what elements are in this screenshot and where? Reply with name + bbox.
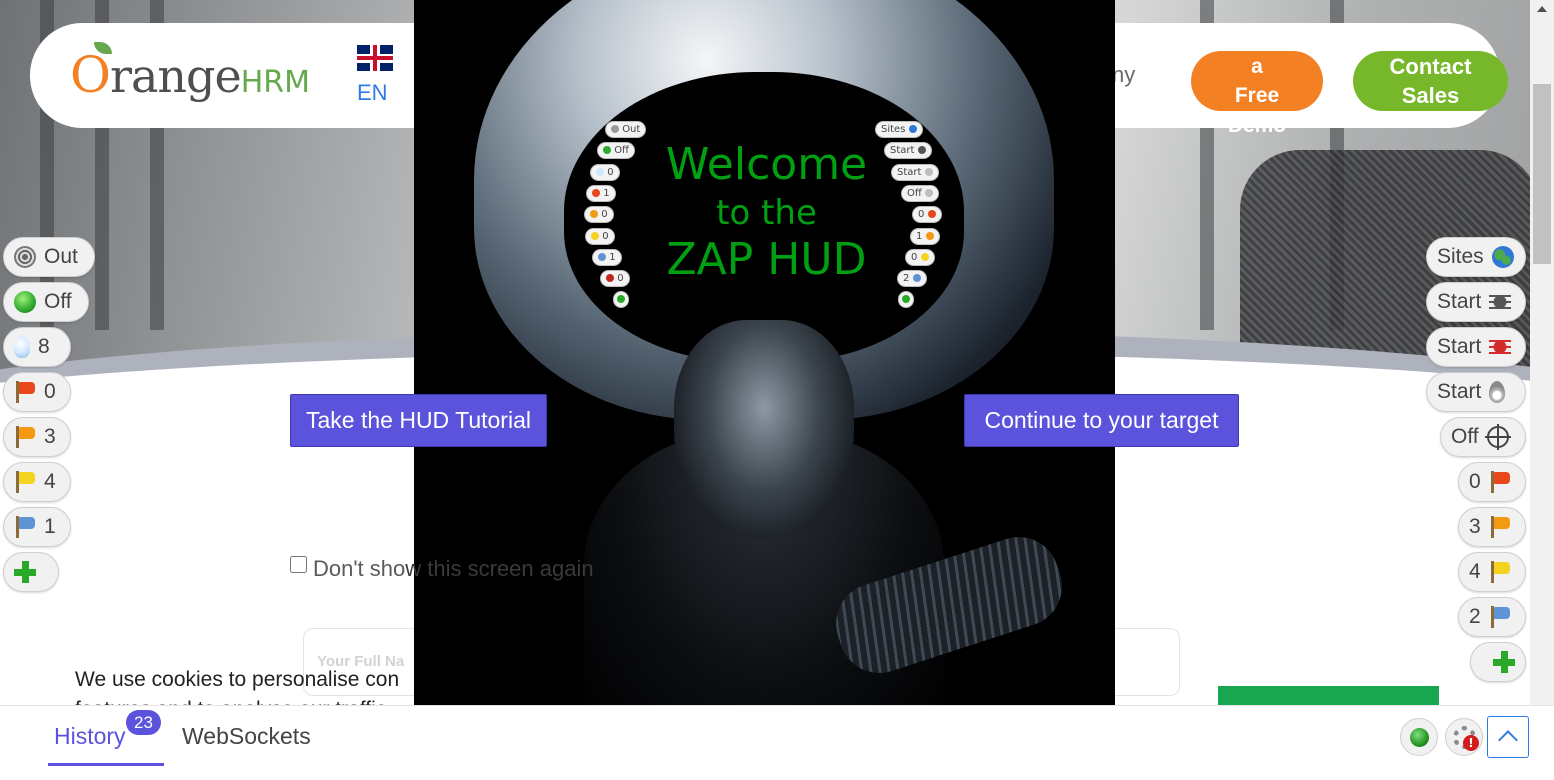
dont-show-again-label-overlay: w this screen again — [405, 556, 594, 581]
mini-hud-item: 0 — [585, 228, 615, 245]
scroll-up-arrow-icon[interactable] — [1537, 6, 1547, 12]
cookie-notice: We use cookies to personalise con — [75, 668, 400, 691]
yellow-flag-icon — [14, 471, 36, 493]
contact-sales-button[interactable]: Contact Sales — [1353, 51, 1508, 111]
hud-site-low-alerts-button[interactable]: 4 — [1458, 552, 1526, 592]
mini-hud-item: 1 — [592, 249, 622, 266]
hud-tutorial-button[interactable]: Take the HUD Tutorial — [290, 394, 547, 447]
hud-break-button[interactable]: Off — [3, 282, 89, 322]
red-flag-icon — [14, 381, 36, 403]
red-flag-icon — [1488, 471, 1511, 493]
uk-flag-icon[interactable] — [357, 45, 393, 71]
hud-info-alerts-button[interactable]: 1 — [3, 507, 71, 547]
welcome-message: Welcome to the ZAP HUD — [665, 139, 868, 285]
mini-hud-item: 0 — [590, 164, 620, 181]
plus-icon — [14, 561, 36, 583]
mini-hud-item: Sites — [875, 121, 923, 138]
mini-hud-item: Start — [884, 142, 932, 159]
ajax-spider-icon — [1489, 336, 1512, 358]
zap-hud-splash: Welcome to the ZAP HUD Out Off 0 1 0 0 1… — [414, 0, 1115, 705]
mini-hud-item: Off — [597, 142, 635, 159]
alert-icon: ! — [1463, 735, 1479, 751]
hud-add-tool-button-left[interactable] — [3, 552, 59, 592]
page-scrollbar[interactable] — [1530, 0, 1554, 705]
mini-hud-item: 0 — [905, 249, 935, 266]
orange-flag-icon — [14, 426, 36, 448]
blue-flag-icon — [14, 516, 36, 538]
mini-plus-icon — [898, 291, 914, 308]
mini-hud-item: Out — [605, 121, 647, 138]
hud-add-tool-button-right[interactable] — [1470, 642, 1526, 682]
yellow-flag-icon — [1488, 561, 1511, 583]
mini-plus-icon — [613, 291, 629, 308]
dont-show-again-checkbox[interactable] — [290, 556, 307, 573]
target-icon — [14, 246, 36, 268]
hud-bottom-drawer: History WebSockets ! — [0, 705, 1554, 780]
hud-low-alerts-button[interactable]: 4 — [3, 462, 71, 502]
hud-site-high-alerts-button[interactable]: 0 — [1458, 462, 1526, 502]
mini-hud-item: 1 — [586, 185, 616, 202]
hud-page-alerts-button[interactable]: 8 — [3, 327, 71, 367]
book-free-demo-button[interactable]: a Free Demo — [1191, 51, 1323, 137]
hud-attack-mode-button[interactable]: Off — [1440, 417, 1526, 457]
dont-show-again-label: Don't sho — [313, 556, 406, 581]
hud-active-scan-button[interactable]: Start — [1426, 372, 1526, 412]
lightbulb-icon — [14, 336, 30, 358]
nav-company-link[interactable]: ny — [1112, 62, 1135, 88]
flame-icon — [1489, 381, 1506, 403]
scrollbar-thumb[interactable] — [1533, 84, 1551, 264]
hud-sites-button[interactable]: Sites — [1426, 237, 1526, 277]
orange-flag-icon — [1488, 516, 1511, 538]
continue-to-target-button[interactable]: Continue to your target — [964, 394, 1239, 447]
mini-hud-item: 0 — [600, 270, 630, 287]
plus-icon — [1493, 651, 1515, 673]
crosshair-icon — [1484, 424, 1511, 450]
tab-websockets[interactable]: WebSockets — [182, 723, 311, 750]
hud-ajax-spider-button[interactable]: Start — [1426, 327, 1526, 367]
hud-status-button[interactable] — [1400, 718, 1438, 756]
language-selector[interactable]: EN — [357, 80, 388, 106]
hud-settings-button[interactable]: ! — [1445, 718, 1483, 756]
mini-hud-item: 1 — [910, 228, 940, 245]
hud-high-alerts-button[interactable]: 0 — [3, 372, 71, 412]
hud-scope-button[interactable]: Out — [3, 237, 95, 277]
globe-icon — [1491, 246, 1514, 268]
submit-button[interactable] — [1218, 686, 1439, 705]
spider-icon — [1489, 291, 1512, 313]
blue-flag-icon — [1488, 606, 1511, 628]
hud-spider-button[interactable]: Start — [1426, 282, 1526, 322]
orangehrm-logo[interactable]: OrangeHRM — [70, 40, 320, 110]
green-status-icon — [1410, 728, 1429, 747]
mini-hud-item: 2 — [897, 270, 927, 287]
dont-show-again-option[interactable]: Don't show this screen again — [290, 556, 594, 582]
mini-hud-item: 0 — [584, 206, 614, 223]
oxygen-mask — [674, 320, 854, 540]
green-dot-icon — [14, 291, 36, 313]
expand-drawer-button[interactable] — [1487, 716, 1529, 758]
history-count-badge: 23 — [126, 710, 161, 735]
mini-hud-item: 0 — [912, 206, 942, 223]
hud-site-info-alerts-button[interactable]: 2 — [1458, 597, 1526, 637]
hud-medium-alerts-button[interactable]: 3 — [3, 417, 71, 457]
mini-hud-item: Start — [891, 164, 939, 181]
mini-hud-item: Off — [901, 185, 939, 202]
hud-site-medium-alerts-button[interactable]: 3 — [1458, 507, 1526, 547]
